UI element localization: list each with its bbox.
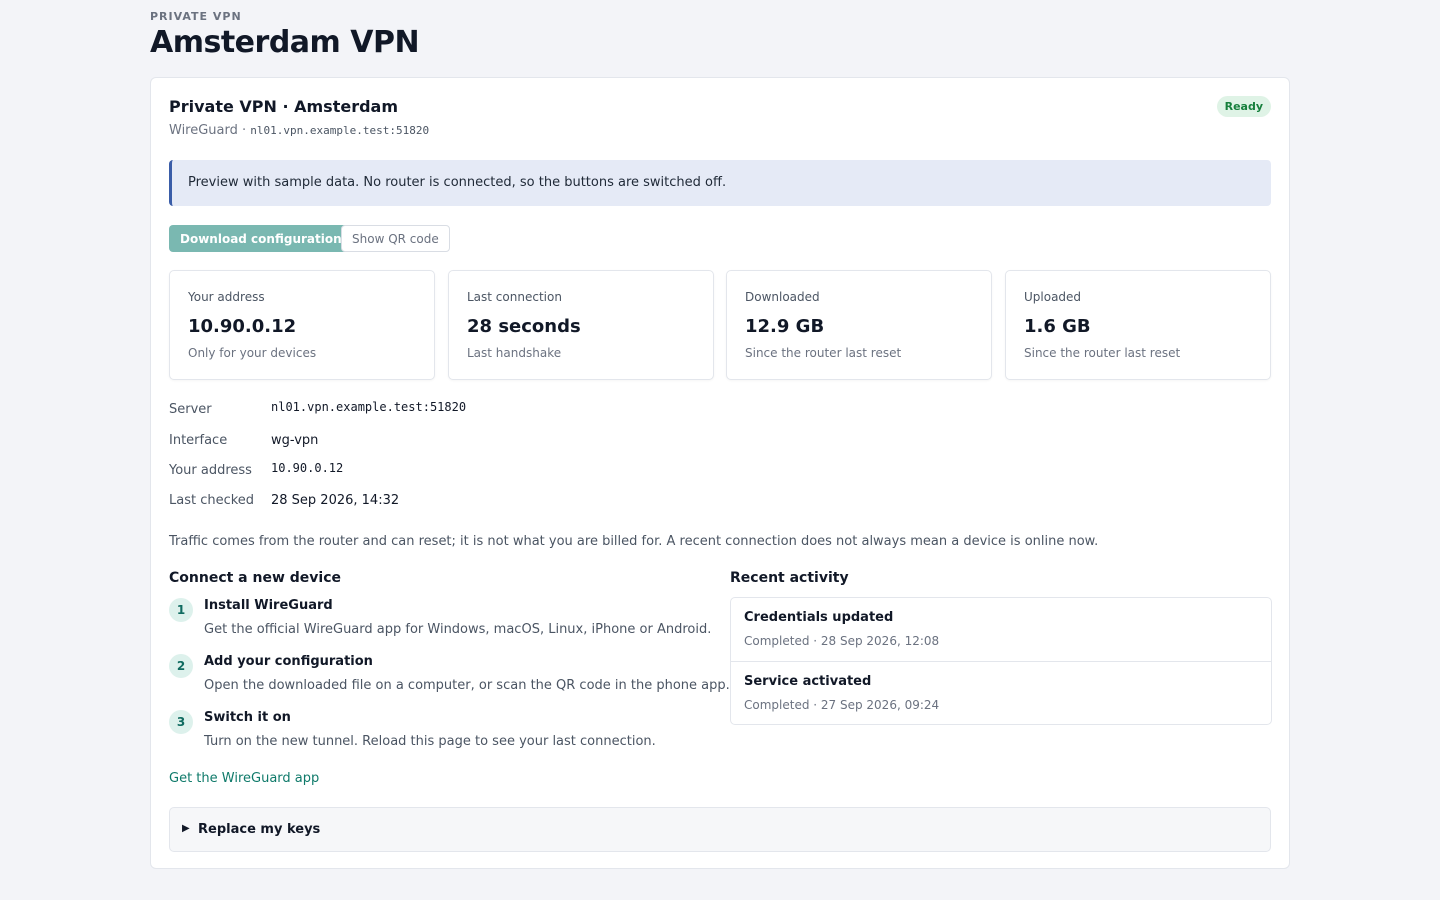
stat-note: Since the router last reset xyxy=(1024,346,1181,360)
activity-list: Credentials updated Completed · 28 Sep 2… xyxy=(730,597,1272,725)
stat-note: Last handshake xyxy=(467,346,562,360)
detail-value: wg-vpn xyxy=(271,433,319,448)
stat-value: 10.90.0.12 xyxy=(188,316,297,337)
stat-label: Downloaded xyxy=(745,290,820,304)
activity-meta: Completed · 27 Sep 2026, 09:24 xyxy=(744,698,940,712)
stat-note: Only for your devices xyxy=(188,346,317,360)
detail-row-address: Your address 10.90.0.12 xyxy=(169,461,769,481)
replace-keys-label: Replace my keys xyxy=(198,822,321,837)
stat-card-downloaded: Downloaded 12.9 GB Since the router last… xyxy=(726,270,992,380)
step-title: Add your configuration xyxy=(204,654,373,669)
vpn-card: Private VPN · Amsterdam WireGuard · nl01… xyxy=(150,77,1290,869)
activity-title: Credentials updated xyxy=(744,610,894,625)
preview-notice: Preview with sample data. No router is c… xyxy=(169,160,1271,206)
connect-heading: Connect a new device xyxy=(169,570,342,586)
show-qr-code-button[interactable]: Show QR code xyxy=(341,225,450,252)
activity-heading: Recent activity xyxy=(730,570,849,586)
stat-value: 12.9 GB xyxy=(745,316,825,337)
card-title: Private VPN · Amsterdam xyxy=(169,97,399,116)
step-number: 2 xyxy=(169,654,193,678)
activity-meta: Completed · 28 Sep 2026, 12:08 xyxy=(744,634,940,648)
protocol-label: WireGuard · xyxy=(169,123,251,138)
stat-card-address: Your address 10.90.0.12 Only for your de… xyxy=(169,270,435,380)
disclosure-caret-icon: ▶ xyxy=(182,823,190,834)
card-subtitle: WireGuard · nl01.vpn.example.test:51820 xyxy=(169,123,429,138)
step-number: 1 xyxy=(169,598,193,622)
step-text: Turn on the new tunnel. Reload this page… xyxy=(204,734,656,749)
detail-row-last-checked: Last checked 28 Sep 2026, 14:32 xyxy=(169,491,769,511)
replace-keys-disclosure[interactable]: ▶ Replace my keys xyxy=(169,807,1271,852)
detail-value: nl01.vpn.example.test:51820 xyxy=(271,400,467,414)
stat-label: Uploaded xyxy=(1024,290,1082,304)
detail-key: Interface xyxy=(169,433,228,448)
stat-value: 1.6 GB xyxy=(1024,316,1091,337)
detail-value: 10.90.0.12 xyxy=(271,461,344,475)
traffic-footnote: Traffic comes from the router and can re… xyxy=(169,534,1099,549)
stat-label: Last connection xyxy=(467,290,562,304)
step-text: Get the official WireGuard app for Windo… xyxy=(204,622,712,637)
stat-card-last-connection: Last connection 28 seconds Last handshak… xyxy=(448,270,714,380)
status-badge: Ready xyxy=(1216,96,1271,117)
stat-note: Since the router last reset xyxy=(745,346,902,360)
page-title: Amsterdam VPN xyxy=(150,25,420,60)
step-install: 1 Install WireGuard Get the official Wir… xyxy=(169,598,729,648)
step-text: Open the downloaded file on a computer, … xyxy=(204,678,730,693)
detail-key: Your address xyxy=(169,463,252,478)
get-wireguard-app-link[interactable]: Get the WireGuard app xyxy=(169,771,319,786)
detail-value: 28 Sep 2026, 14:32 xyxy=(271,493,400,508)
stat-card-uploaded: Uploaded 1.6 GB Since the router last re… xyxy=(1005,270,1271,380)
stat-label: Your address xyxy=(188,290,265,304)
download-configuration-button[interactable]: Download configuration xyxy=(169,225,353,252)
step-switch-on: 3 Switch it on Turn on the new tunnel. R… xyxy=(169,710,729,760)
activity-item: Credentials updated Completed · 28 Sep 2… xyxy=(731,598,1271,661)
page-eyebrow: PRIVATE VPN xyxy=(150,10,242,23)
stat-value: 28 seconds xyxy=(467,316,581,337)
activity-item: Service activated Completed · 27 Sep 202… xyxy=(731,661,1271,724)
detail-key: Server xyxy=(169,402,212,417)
detail-row-interface: Interface wg-vpn xyxy=(169,431,769,451)
activity-title: Service activated xyxy=(744,674,872,689)
endpoint-label: nl01.vpn.example.test:51820 xyxy=(250,124,430,137)
step-title: Switch it on xyxy=(204,710,291,725)
detail-key: Last checked xyxy=(169,493,255,508)
step-add-config: 2 Add your configuration Open the downlo… xyxy=(169,654,730,704)
step-number: 3 xyxy=(169,710,193,734)
detail-row-server: Server nl01.vpn.example.test:51820 xyxy=(169,400,769,420)
step-title: Install WireGuard xyxy=(204,598,333,613)
